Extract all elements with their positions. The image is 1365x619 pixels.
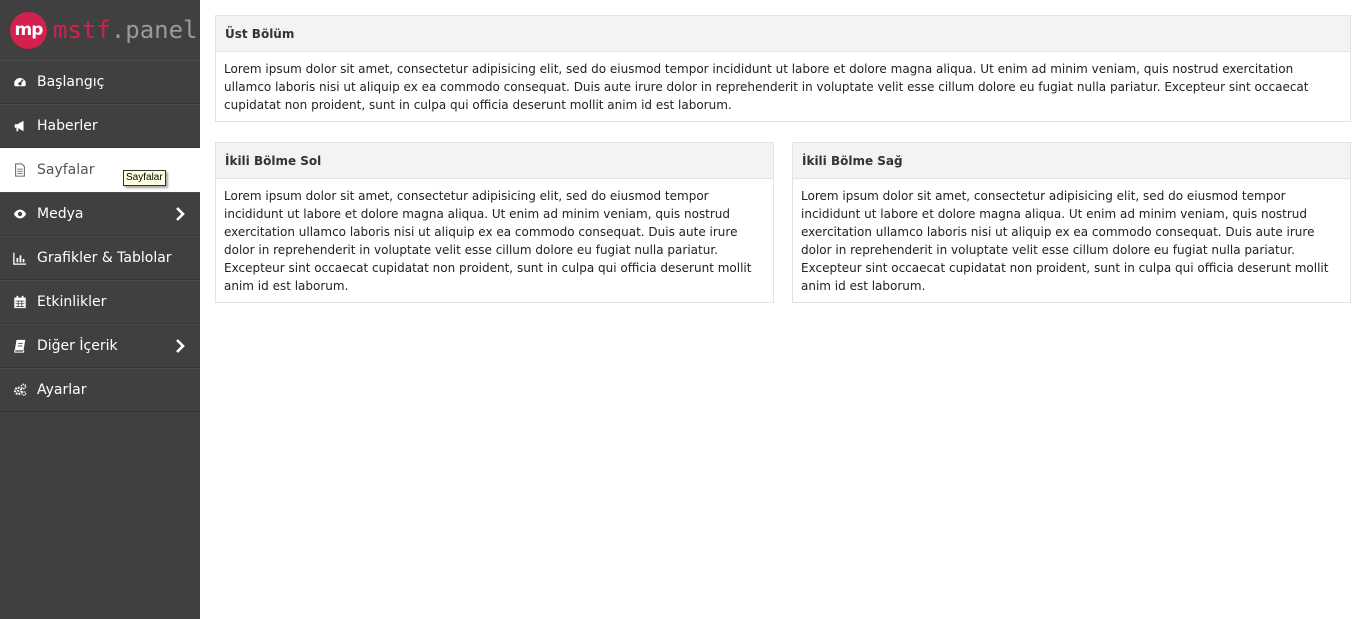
sidebar-item-etkinlikler[interactable]: Etkinlikler <box>0 280 200 324</box>
logo-name-primary: mstf <box>53 16 111 44</box>
logo[interactable]: mp mstf.panel <box>0 0 200 60</box>
panel-left: İkili Bölme Sol Lorem ipsum dolor sit am… <box>215 142 774 303</box>
sidebar-item-haberler[interactable]: Haberler <box>0 104 200 148</box>
book-icon <box>12 338 28 354</box>
panel-body: Lorem ipsum dolor sit amet, consectetur … <box>801 189 1329 293</box>
logo-name-secondary: .panel <box>110 16 198 44</box>
panel-title: Üst Bölüm <box>216 16 1350 52</box>
sidebar-item-label: Ayarlar <box>37 382 87 398</box>
sidebar-item-medya[interactable]: Medya <box>0 192 200 236</box>
chevron-right-icon <box>176 339 185 353</box>
sidebar-item-baslangic[interactable]: Başlangıç <box>0 60 200 104</box>
sidebar-item-diger-icerik[interactable]: Diğer İçerik <box>0 324 200 368</box>
sidebar-item-label: Diğer İçerik <box>37 338 118 354</box>
sidebar-item-sayfalar[interactable]: Sayfalar Sayfalar <box>0 148 200 192</box>
sidebar-item-label: Haberler <box>37 118 98 134</box>
sidebar: mp mstf.panel Başlangıç Haberler Sayfala… <box>0 0 200 619</box>
panel-top: Üst Bölüm Lorem ipsum dolor sit amet, co… <box>215 15 1351 122</box>
sidebar-item-label: Medya <box>37 206 84 222</box>
panel-body: Lorem ipsum dolor sit amet, consectetur … <box>224 62 1309 112</box>
sidebar-item-ayarlar[interactable]: Ayarlar <box>0 368 200 412</box>
sidebar-item-label: Grafikler & Tablolar <box>37 250 172 266</box>
calendar-icon <box>12 294 28 310</box>
chevron-right-icon <box>176 207 185 221</box>
panel-body: Lorem ipsum dolor sit amet, consectetur … <box>224 189 752 293</box>
panel-title: İkili Bölme Sol <box>216 143 773 179</box>
bar-chart-icon <box>12 250 28 266</box>
sidebar-nav: Başlangıç Haberler Sayfalar Sayfalar Med… <box>0 60 200 412</box>
panel-title: İkili Bölme Sağ <box>793 143 1350 179</box>
sidebar-item-label: Sayfalar <box>37 162 95 178</box>
cogs-icon <box>12 382 28 398</box>
tooltip: Sayfalar <box>123 170 166 186</box>
dashboard-icon <box>12 74 28 90</box>
sidebar-item-label: Etkinlikler <box>37 294 107 310</box>
eye-icon <box>12 206 28 222</box>
sidebar-item-label: Başlangıç <box>37 74 105 90</box>
sidebar-item-grafikler[interactable]: Grafikler & Tablolar <box>0 236 200 280</box>
file-icon <box>12 162 28 178</box>
panel-right: İkili Bölme Sağ Lorem ipsum dolor sit am… <box>792 142 1351 303</box>
logo-text: mstf.panel <box>53 16 198 44</box>
bullhorn-icon <box>12 118 28 134</box>
logo-mark: mp <box>10 11 47 49</box>
